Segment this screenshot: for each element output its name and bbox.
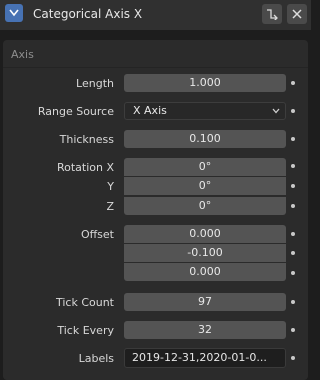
- keyframe-dot[interactable]: [291, 271, 295, 275]
- tick-every-label: Tick Every: [57, 324, 114, 337]
- chevron-down-icon[interactable]: [5, 4, 23, 22]
- labels-input[interactable]: 2019-12-31,2020-01-0...: [124, 348, 286, 368]
- rotation-z-field[interactable]: 0°: [124, 197, 286, 215]
- keyframe-dot[interactable]: [291, 81, 295, 85]
- axis-panel: Axis Length 1.000 Range Source X Axis Th…: [3, 40, 308, 380]
- thickness-label: Thickness: [59, 133, 114, 146]
- rotation-x-label: Rotation X: [56, 161, 114, 174]
- tick-count-field[interactable]: 97: [124, 293, 286, 311]
- section-label: Axis: [11, 48, 34, 61]
- offset-z-field[interactable]: 0.000: [124, 263, 286, 281]
- panel-header: Categorical Axis X: [0, 0, 311, 30]
- rotation-y-label: Y: [107, 180, 114, 193]
- rotation-y-field[interactable]: 0°: [124, 177, 286, 195]
- thickness-field[interactable]: 0.100: [124, 130, 286, 148]
- length-field[interactable]: 1.000: [124, 74, 286, 92]
- range-source-value: X Axis: [133, 104, 167, 117]
- rotation-x-field[interactable]: 0°: [124, 158, 286, 176]
- offset-y-field[interactable]: -0.100: [124, 244, 286, 262]
- node-link-icon[interactable]: [262, 4, 282, 24]
- keyframe-dot[interactable]: [291, 300, 295, 304]
- keyframe-dot[interactable]: [291, 109, 295, 113]
- keyframe-dot[interactable]: [291, 356, 295, 360]
- keyframe-dot[interactable]: [291, 251, 295, 255]
- close-icon[interactable]: [287, 4, 307, 24]
- offset-x-field[interactable]: 0.000: [124, 225, 286, 243]
- labels-label: Labels: [78, 352, 114, 365]
- range-source-label: Range Source: [37, 105, 114, 118]
- panel-title: Categorical Axis X: [33, 7, 143, 21]
- tick-every-field[interactable]: 32: [124, 321, 286, 339]
- offset-label: Offset: [80, 228, 114, 241]
- keyframe-dot[interactable]: [291, 184, 295, 188]
- keyframe-dot[interactable]: [291, 137, 295, 141]
- tick-count-label: Tick Count: [55, 296, 114, 309]
- chevron-down-icon: [272, 108, 280, 114]
- keyframe-dot[interactable]: [291, 204, 295, 208]
- keyframe-dot[interactable]: [291, 164, 295, 168]
- section-divider: [3, 67, 308, 68]
- keyframe-dot[interactable]: [291, 232, 295, 236]
- keyframe-dot[interactable]: [291, 328, 295, 332]
- rotation-z-label: Z: [106, 200, 114, 213]
- range-source-select[interactable]: X Axis: [124, 102, 286, 120]
- length-label: Length: [76, 77, 114, 90]
